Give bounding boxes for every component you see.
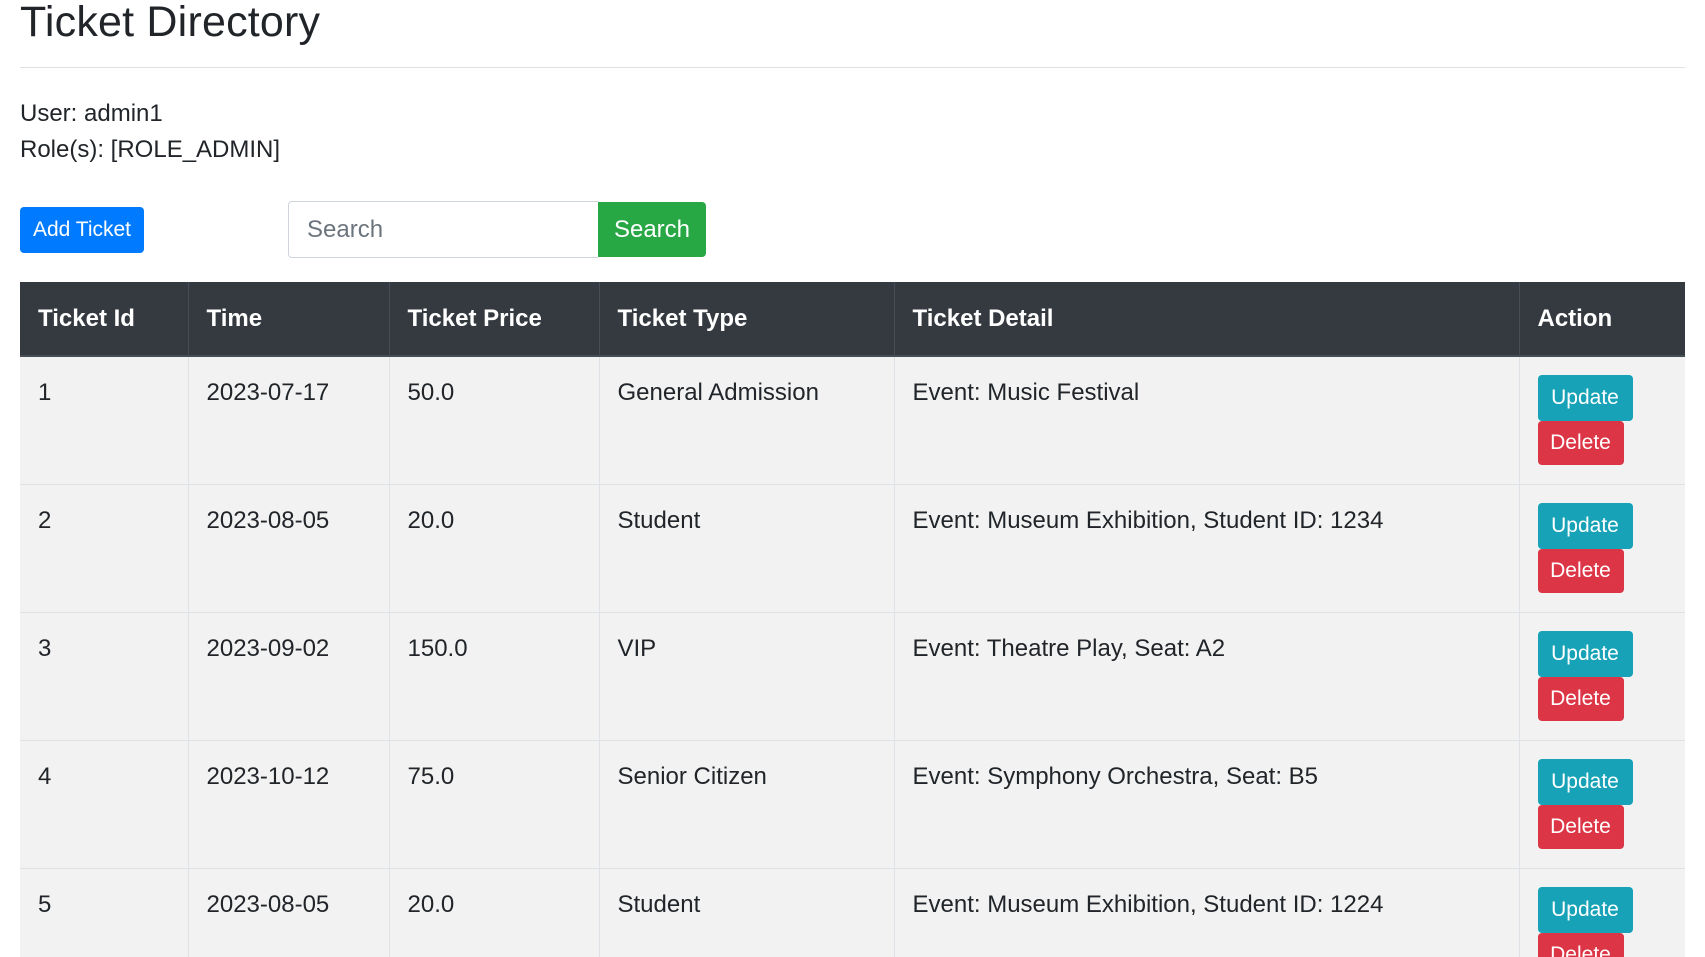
cell-ticket-price: 20.0 (389, 867, 600, 957)
cell-ticket-type: Student (599, 483, 895, 612)
column-header-time: Time (188, 282, 390, 357)
cell-ticket-detail: Event: Museum Exhibition, Student ID: 12… (894, 867, 1520, 957)
cell-time: 2023-07-17 (188, 355, 390, 484)
cell-ticket-type: Senior Citizen (599, 739, 895, 868)
table-row: 3 2023-09-02 150.0 VIP Event: Theatre Pl… (20, 611, 1685, 740)
add-ticket-button[interactable]: Add Ticket (20, 207, 144, 253)
search-input[interactable] (288, 201, 598, 258)
update-button[interactable]: Update (1537, 502, 1633, 549)
page-title: Ticket Directory (20, 0, 321, 46)
delete-button[interactable]: Delete (1537, 804, 1624, 849)
column-header-ticket-price: Ticket Price (389, 282, 600, 357)
update-button[interactable]: Update (1537, 630, 1633, 677)
table-row: 5 2023-08-05 20.0 Student Event: Museum … (20, 867, 1685, 957)
delete-button[interactable]: Delete (1537, 676, 1624, 721)
cell-ticket-detail: Event: Museum Exhibition, Student ID: 12… (894, 483, 1520, 612)
cell-ticket-price: 150.0 (389, 611, 600, 740)
cell-ticket-id: 5 (20, 867, 189, 957)
table-body: 1 2023-07-17 50.0 General Admission Even… (20, 355, 1685, 957)
user-info: User: admin1 Role(s): [ROLE_ADMIN] (20, 96, 280, 168)
delete-button[interactable]: Delete (1537, 548, 1624, 593)
cell-time: 2023-10-12 (188, 739, 390, 868)
cell-ticket-price: 75.0 (389, 739, 600, 868)
cell-actions: Update Delete (1519, 483, 1685, 612)
column-header-ticket-detail: Ticket Detail (894, 282, 1520, 357)
user-roles: Role(s): [ROLE_ADMIN] (20, 136, 281, 163)
tickets-table: Ticket Id Time Ticket Price Ticket Type … (20, 282, 1685, 957)
column-header-ticket-type: Ticket Type (599, 282, 895, 357)
table-row: 1 2023-07-17 50.0 General Admission Even… (20, 355, 1685, 484)
cell-ticket-type: Student (599, 867, 895, 957)
cell-ticket-id: 4 (20, 739, 189, 868)
cell-ticket-detail: Event: Music Festival (894, 355, 1520, 484)
cell-ticket-id: 3 (20, 611, 189, 740)
cell-ticket-id: 2 (20, 483, 189, 612)
cell-actions: Update Delete (1519, 355, 1685, 484)
cell-time: 2023-08-05 (188, 483, 390, 612)
cell-actions: Update Delete (1519, 739, 1685, 868)
cell-ticket-id: 1 (20, 355, 189, 484)
table-header: Ticket Id Time Ticket Price Ticket Type … (20, 282, 1685, 357)
page: Ticket Directory User: admin1 Role(s): [… (0, 0, 1705, 957)
update-button[interactable]: Update (1537, 758, 1633, 805)
title-divider (20, 67, 1685, 68)
column-header-action: Action (1519, 282, 1685, 357)
table-row: 4 2023-10-12 75.0 Senior Citizen Event: … (20, 739, 1685, 868)
toolbar: Add Ticket Search (20, 200, 1685, 260)
delete-button[interactable]: Delete (1537, 421, 1624, 465)
header-row: Ticket Id Time Ticket Price Ticket Type … (20, 282, 1685, 357)
cell-ticket-type: VIP (599, 611, 895, 740)
column-header-ticket-id: Ticket Id (20, 282, 189, 357)
search-button[interactable]: Search (598, 202, 706, 257)
user-name: User: admin1 (20, 100, 163, 127)
table-row: 2 2023-08-05 20.0 Student Event: Museum … (20, 483, 1685, 612)
cell-ticket-type: General Admission (599, 355, 895, 484)
cell-time: 2023-08-05 (188, 867, 390, 957)
cell-ticket-detail: Event: Symphony Orchestra, Seat: B5 (894, 739, 1520, 868)
update-button[interactable]: Update (1537, 375, 1633, 421)
cell-actions: Update Delete (1519, 611, 1685, 740)
cell-ticket-price: 20.0 (389, 483, 600, 612)
delete-button[interactable]: Delete (1537, 932, 1624, 957)
cell-actions: Update Delete (1519, 867, 1685, 957)
cell-time: 2023-09-02 (188, 611, 390, 740)
main-content: Ticket Directory User: admin1 Role(s): [… (20, 0, 1685, 957)
cell-ticket-detail: Event: Theatre Play, Seat: A2 (894, 611, 1520, 740)
update-button[interactable]: Update (1537, 886, 1633, 933)
cell-ticket-price: 50.0 (389, 355, 600, 484)
